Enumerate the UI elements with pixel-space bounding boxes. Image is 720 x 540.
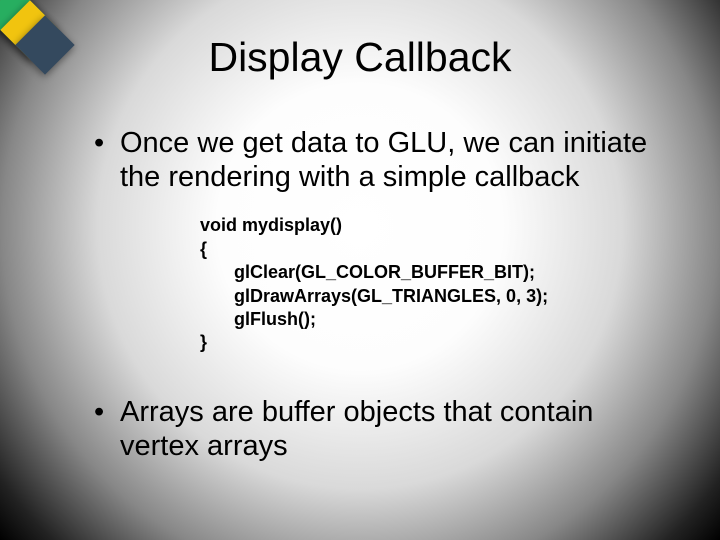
code-line: { bbox=[200, 238, 680, 261]
code-line: glFlush(); bbox=[200, 308, 680, 331]
code-block: void mydisplay() { glClear(GL_COLOR_BUFF… bbox=[200, 214, 680, 354]
code-line: void mydisplay() bbox=[200, 214, 680, 237]
bullet-1: Once we get data to GLU, we can initiate… bbox=[88, 126, 680, 194]
bullet-2: Arrays are buffer objects that contain v… bbox=[88, 395, 680, 463]
slide: Display Callback Once we get data to GLU… bbox=[0, 0, 720, 540]
slide-title: Display Callback bbox=[0, 34, 720, 81]
slide-body: Once we get data to GLU, we can initiate… bbox=[88, 126, 680, 483]
code-line: } bbox=[200, 331, 680, 354]
code-line: glClear(GL_COLOR_BUFFER_BIT); bbox=[200, 261, 680, 284]
code-line: glDrawArrays(GL_TRIANGLES, 0, 3); bbox=[200, 285, 680, 308]
